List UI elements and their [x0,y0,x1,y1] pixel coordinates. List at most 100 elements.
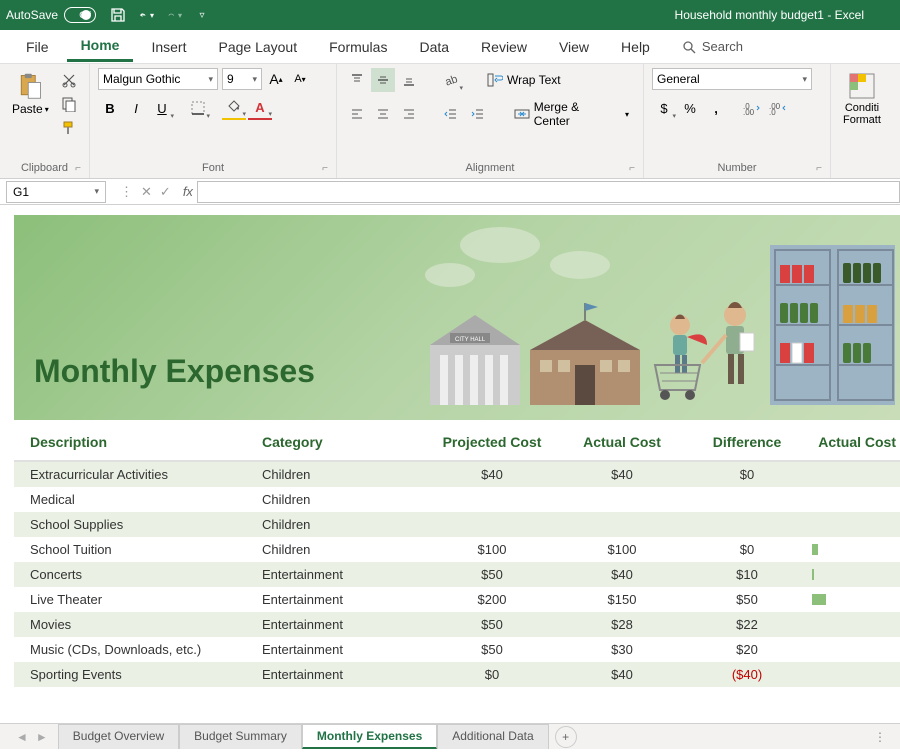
tab-review[interactable]: Review [467,33,541,61]
cell-category[interactable]: Entertainment [262,642,422,657]
align-right-icon[interactable] [397,102,421,126]
col-category[interactable]: Category [262,434,422,450]
border-button[interactable]: ▾ [186,96,210,120]
font-size-combo[interactable]: 9▾ [222,68,262,90]
decrease-decimal-icon[interactable]: .00.0 [766,96,790,120]
tell-me-search[interactable]: Search [668,33,757,60]
name-box[interactable]: G1▾ [6,181,106,203]
cell-difference[interactable] [682,517,812,532]
copy-icon[interactable] [61,96,79,114]
font-color-button[interactable]: A▾ [248,96,272,120]
cell-databar[interactable] [812,667,900,682]
cell-category[interactable]: Entertainment [262,617,422,632]
percent-button[interactable]: % [678,96,702,120]
cell-actual[interactable]: $40 [562,567,682,582]
tab-insert[interactable]: Insert [137,33,200,61]
cancel-formula-icon[interactable]: ✕ [141,184,152,200]
sheet-area[interactable]: Monthly Expenses CITY HALL [0,205,900,723]
decrease-font-icon[interactable]: A▾ [290,69,310,89]
cell-projected[interactable]: $0 [422,667,562,682]
cell-projected[interactable]: $100 [422,542,562,557]
table-row[interactable]: School SuppliesChildren [14,512,900,537]
table-row[interactable]: MoviesEntertainment$50$28$22 [14,612,900,637]
increase-font-icon[interactable]: A▴ [266,69,286,89]
clipboard-launcher-icon[interactable]: ⌐ [75,163,81,174]
cell-description[interactable]: Movies [30,617,262,632]
align-middle-icon[interactable] [371,68,395,92]
cell-difference[interactable]: $50 [682,592,812,607]
cut-icon[interactable] [61,72,79,90]
enter-formula-icon[interactable]: ✓ [160,184,171,200]
cell-category[interactable]: Children [262,467,422,482]
font-launcher-icon[interactable]: ⌐ [322,163,328,174]
cell-difference[interactable]: ($40) [682,667,812,682]
align-left-icon[interactable] [345,102,369,126]
cell-projected[interactable]: $200 [422,592,562,607]
cell-projected[interactable] [422,517,562,532]
cell-category[interactable]: Entertainment [262,567,422,582]
cell-description[interactable]: Concerts [30,567,262,582]
cell-actual[interactable]: $40 [562,467,682,482]
bold-button[interactable]: B [98,96,122,120]
sheet-nav-next-icon[interactable]: ► [36,730,48,744]
underline-button[interactable]: U▾ [150,96,174,120]
tab-file[interactable]: File [12,33,63,61]
table-row[interactable]: MedicalChildren [14,487,900,512]
toggle-switch[interactable]: Off [64,7,96,23]
cell-databar[interactable] [812,617,900,632]
align-top-icon[interactable] [345,68,369,92]
cell-description[interactable]: Live Theater [30,592,262,607]
conditional-formatting-button[interactable]: ConditiFormatt [839,68,885,130]
increase-decimal-icon[interactable]: .0.00 [740,96,764,120]
cell-difference[interactable]: $20 [682,642,812,657]
col-difference[interactable]: Difference [682,434,812,450]
sheet-tab[interactable]: Budget Overview [58,724,179,749]
cell-difference[interactable] [682,492,812,507]
cell-category[interactable]: Children [262,517,422,532]
tab-view[interactable]: View [545,33,603,61]
sheet-tabs-options-icon[interactable]: ⋮ [866,730,894,744]
fx-icon[interactable]: fx [179,184,197,199]
cell-projected[interactable]: $40 [422,467,562,482]
tab-data[interactable]: Data [405,33,463,61]
merge-center-button[interactable]: Merge & Center ▾ [508,98,635,130]
cell-difference[interactable]: $22 [682,617,812,632]
cell-description[interactable]: Music (CDs, Downloads, etc.) [30,642,262,657]
table-row[interactable]: Music (CDs, Downloads, etc.)Entertainmen… [14,637,900,662]
tab-home[interactable]: Home [67,31,134,62]
decrease-indent-icon[interactable] [439,102,463,126]
cell-databar[interactable] [812,567,900,582]
table-row[interactable]: Extracurricular ActivitiesChildren$40$40… [14,462,900,487]
cell-databar[interactable] [812,542,900,557]
cell-description[interactable]: Sporting Events [30,667,262,682]
cell-category[interactable]: Entertainment [262,592,422,607]
tab-help[interactable]: Help [607,33,664,61]
cell-databar[interactable] [812,467,900,482]
cell-description[interactable]: School Tuition [30,542,262,557]
align-bottom-icon[interactable] [397,68,421,92]
increase-indent-icon[interactable] [467,102,491,126]
cell-databar[interactable] [812,517,900,532]
cell-databar[interactable] [812,492,900,507]
currency-button[interactable]: $▾ [652,96,676,120]
number-format-combo[interactable]: General▾ [652,68,812,90]
sheet-nav-prev-icon[interactable]: ◄ [16,730,28,744]
cell-difference[interactable]: $10 [682,567,812,582]
cell-category[interactable]: Children [262,542,422,557]
table-row[interactable]: Sporting EventsEntertainment$0$40($40) [14,662,900,687]
cell-category[interactable]: Entertainment [262,667,422,682]
orientation-icon[interactable]: ab▾ [439,68,463,92]
formula-input[interactable] [197,181,900,203]
cell-projected[interactable] [422,492,562,507]
align-center-icon[interactable] [371,102,395,126]
cell-description[interactable]: Medical [30,492,262,507]
sheet-tab[interactable]: Additional Data [437,724,548,749]
cell-actual[interactable]: $28 [562,617,682,632]
save-icon[interactable] [110,7,126,23]
cell-actual[interactable]: $100 [562,542,682,557]
table-row[interactable]: ConcertsEntertainment$50$40$10 [14,562,900,587]
table-row[interactable]: Live TheaterEntertainment$200$150$50 [14,587,900,612]
cell-databar[interactable] [812,642,900,657]
redo-icon[interactable]: ▾ [166,7,182,23]
sheet-tab[interactable]: Monthly Expenses [302,724,437,749]
